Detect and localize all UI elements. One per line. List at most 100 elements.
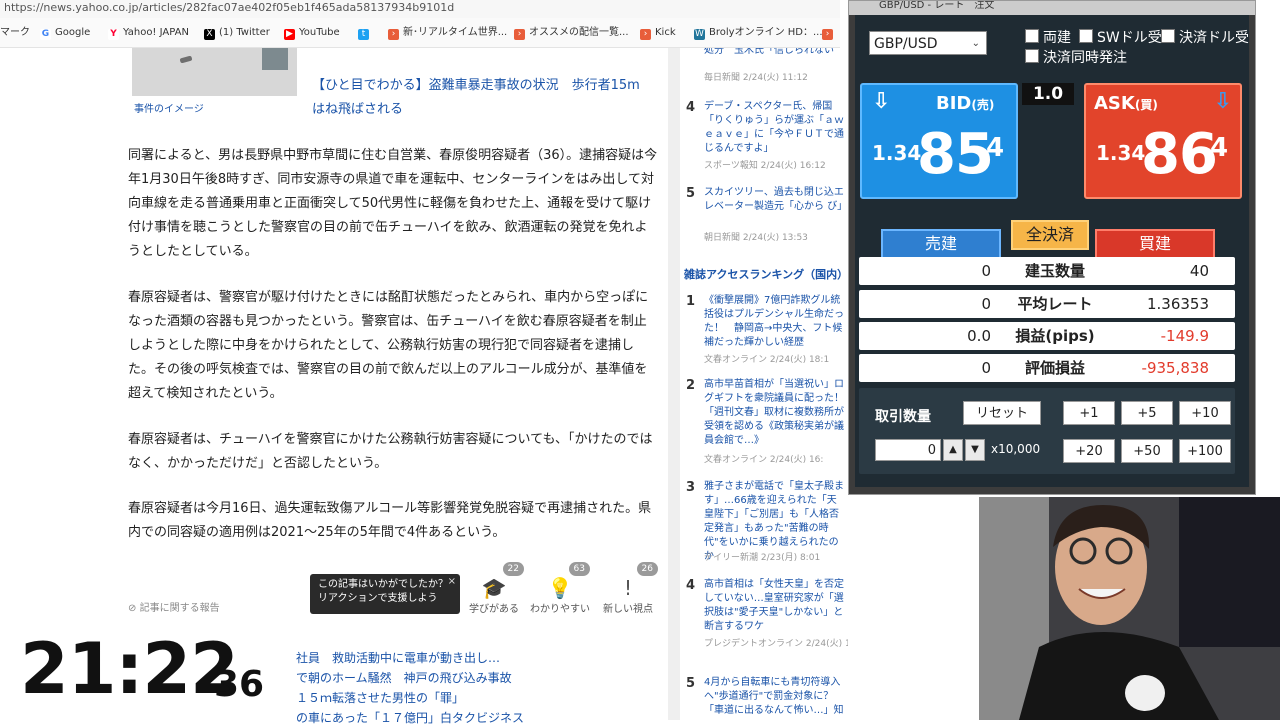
image-caption: 事件のイメージ <box>134 104 204 115</box>
bookmark-label: YouTube <box>299 27 340 38</box>
lot-size-input[interactable]: 0 <box>875 439 941 461</box>
address-bar[interactable]: https://news.yahoo.co.jp/articles/282fac… <box>0 0 840 18</box>
increment-button[interactable]: ▲ <box>943 439 963 461</box>
sell-value: 0 <box>981 359 991 377</box>
close-icon[interactable]: × <box>448 575 456 589</box>
bookmark-item[interactable]: t <box>358 18 373 48</box>
lot-size-label: 取引数量 <box>875 409 931 425</box>
reaction-count: 22 <box>502 562 524 576</box>
buy-value: 40 <box>1189 262 1209 280</box>
bid-pip: 4 <box>986 133 1005 163</box>
rank-number: 2 <box>686 378 696 393</box>
bookmark-item[interactable]: X (1) Twitter <box>204 18 270 48</box>
ranking-meta: 文春オンライン 2/24(火) 16: <box>704 455 824 465</box>
add-10-button[interactable]: +10 <box>1179 401 1231 425</box>
pair-value: GBP/USD <box>874 36 938 52</box>
related-link[interactable]: の車にあった「１７億円」白タクビジネス <box>296 708 668 728</box>
report-link[interactable]: ⊘ 記事に関する報告 <box>128 599 220 614</box>
bookmark-icon: › <box>514 29 525 40</box>
order-panel: GBP/USD ⌄ 両建 SWドル受 決済ドル受 決済同時発注 ⇩ BID(売) … <box>855 15 1249 487</box>
exclamation-icon: ! <box>623 576 633 600</box>
sell-value: 0 <box>981 295 991 313</box>
related-link[interactable]: １５ｍ転落させた男性の「罪」 <box>296 688 668 708</box>
checkbox-box <box>1025 29 1039 43</box>
bookmark-label: 新･リアルタイム世界... <box>403 27 508 38</box>
article-image[interactable] <box>132 48 297 96</box>
add-1-button[interactable]: +1 <box>1063 401 1115 425</box>
checkbox-box <box>1079 29 1093 43</box>
article-paragraph: 春原容疑者は、チューハイを警察官にかけた公務執行妨害容疑についても、「かけたので… <box>128 432 653 471</box>
related-link[interactable]: で朝のホーム騒然 神戸の飛び込み事故 <box>296 668 668 688</box>
related-link[interactable]: 社員 救助活動中に電車が動き出し… <box>296 648 668 668</box>
ask-prefix: 1.34 <box>1096 141 1146 165</box>
add-100-button[interactable]: +100 <box>1179 439 1231 463</box>
related-article-link[interactable]: 【ひと目でわかる】盗難車暴走事故の状況 歩行者15mはね飛ばされる <box>312 74 652 122</box>
webcam-feed <box>979 497 1280 720</box>
settle-dollar-checkbox[interactable]: 決済ドル受 <box>1161 27 1249 47</box>
url-text: https://news.yahoo.co.jp/articles/282fac… <box>4 1 455 14</box>
row-label: 評価損益 <box>1024 359 1085 377</box>
buy-tab[interactable]: 買建 <box>1095 229 1215 259</box>
ask-sub: (買) <box>1134 98 1158 112</box>
bid-button[interactable]: ⇩ BID(売) 1.34 85 4 <box>860 83 1018 199</box>
bookmark-item[interactable]: › オススメの配信一覧... <box>514 18 629 48</box>
hedge-checkbox[interactable]: 両建 <box>1025 27 1071 47</box>
simultaneous-order-checkbox[interactable]: 決済同時発注 <box>1025 47 1127 67</box>
twitter-bird-icon: t <box>358 29 369 40</box>
bookmark-item[interactable]: マーク <box>0 18 30 48</box>
bookmark-item[interactable]: › Kick <box>640 18 676 48</box>
bookmark-item[interactable]: ▶ YouTube <box>284 18 340 48</box>
ask-button[interactable]: ASK(買) ⇩ 1.34 86 4 <box>1084 83 1242 199</box>
ranking-title: デーブ・スペクター氏、帰国「りくりゅう」らが運ぶ「ａｗｅａｖｅ」に「今やＦＵＴで… <box>704 101 844 154</box>
rank-number: 3 <box>686 480 696 495</box>
reaction-bar: ⊘ 記事に関する報告 この記事はいかがでしたか？ リアクションで支援しよう × 2… <box>120 558 668 618</box>
rank-number: 4 <box>686 578 696 593</box>
buy-value: -935,838 <box>1141 359 1209 377</box>
sw-dollar-checkbox[interactable]: SWドル受 <box>1079 27 1162 47</box>
ranking-meta: 文春オンライン 2/24(火) 18:1 <box>704 355 830 365</box>
reset-button[interactable]: リセット <box>963 401 1041 425</box>
add-5-button[interactable]: +5 <box>1121 401 1173 425</box>
add-50-button[interactable]: +50 <box>1121 439 1173 463</box>
bookmark-item[interactable]: G Google <box>40 18 90 48</box>
webcam-image <box>979 497 1280 720</box>
bookmark-label: Google <box>55 27 91 38</box>
article-paragraph: 同署によると、男は長野県中野市草間に住む自営業、春原俊明容疑者（36）。逮捕容疑… <box>128 148 658 259</box>
youtube-icon: ▶ <box>284 29 295 40</box>
sell-tab[interactable]: 売建 <box>881 229 1001 259</box>
bookmark-item[interactable]: › 新･リアルタイム世界... <box>388 18 507 48</box>
wordpress-icon: W <box>694 29 705 40</box>
decrement-button[interactable]: ▼ <box>965 439 985 461</box>
bookmark-label: (1) Twitter <box>219 27 270 38</box>
currency-pair-select[interactable]: GBP/USD ⌄ <box>869 31 987 55</box>
close-all-button[interactable]: 全決済 <box>1011 220 1089 250</box>
ranking-meta: 毎日新聞 2/24(火) 11:12 <box>704 73 808 83</box>
checkbox-label: SWドル受 <box>1097 30 1162 46</box>
bid-prefix: 1.34 <box>872 141 922 165</box>
add-20-button[interactable]: +20 <box>1063 439 1115 463</box>
bookmark-item[interactable]: › <box>822 18 837 48</box>
ranking-meta: プレジデントオンライン 2/24(火) 18:15 <box>704 639 848 649</box>
ranking-meta: 朝日新聞 2/24(火) 13:53 <box>704 233 808 243</box>
bookmark-icon: › <box>388 29 399 40</box>
checkbox-label: 両建 <box>1043 30 1071 46</box>
clock-overlay: 21:22 36 <box>0 620 296 720</box>
article-paragraph: 春原容疑者は、警察官が駆け付けたときには酩酊状態だったとみられ、車内から空っぽに… <box>128 290 649 401</box>
bookmark-label: オススメの配信一覧... <box>529 27 629 38</box>
bookmark-label: Yahoo! JAPAN <box>123 27 189 38</box>
trading-window: GBP/USD ‐ レート 注文 GBP/USD ⌄ 両建 SWドル受 決済ドル受… <box>848 0 1256 495</box>
buy-value: 1.36353 <box>1146 295 1209 313</box>
bookmark-item[interactable]: W Brolyオンライン HD：... <box>694 18 823 48</box>
reaction-clear-button[interactable]: 63 💡 わかりやすい <box>530 562 590 615</box>
bookmark-item[interactable]: Y Yahoo! JAPAN <box>108 18 189 48</box>
sell-value: 0.0 <box>967 327 991 345</box>
average-rate-row: 0 平均レート 1.36353 <box>859 290 1235 318</box>
ask-main: 86 <box>1141 122 1218 187</box>
reaction-new-view-button[interactable]: 26! 新しい視点 <box>598 562 658 615</box>
ranking-title: 《衝撃展開》7億円詐欺グル統括役はプルデンシャル生命だった！ 静岡高→中央大、フ… <box>704 295 844 348</box>
window-title: GBP/USD ‐ レート 注文 <box>849 1 1255 15</box>
pips-pnl-row: 0.0 損益(pips) -149.9 <box>859 322 1235 350</box>
reaction-label: 学びがある <box>469 604 519 615</box>
reaction-learn-button[interactable]: 22 🎓 学びがある <box>464 562 524 615</box>
lot-size-panel: 取引数量 リセット +1 +5 +10 0 ▲ ▼ x10,000 +20 +5… <box>859 388 1235 474</box>
